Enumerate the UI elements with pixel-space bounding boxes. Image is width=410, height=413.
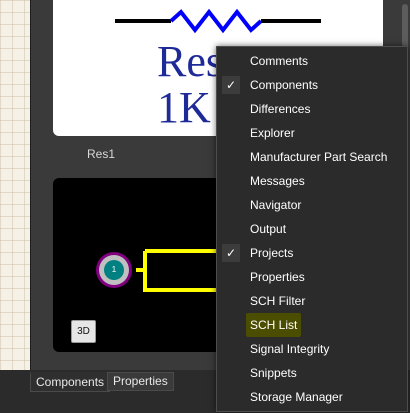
menu-item-components[interactable]: ✓ Components xyxy=(217,73,407,97)
resistor-symbol xyxy=(115,8,321,34)
menu-item-properties[interactable]: Properties xyxy=(217,265,407,289)
pad-number: 1 xyxy=(111,265,117,274)
panels-context-menu: Comments ✓ Components Differences Explor… xyxy=(216,46,408,412)
menu-item-explorer[interactable]: Explorer xyxy=(217,121,407,145)
menu-item-label: Explorer xyxy=(250,126,295,140)
tab-components[interactable]: Components xyxy=(30,372,111,392)
menu-item-messages[interactable]: Messages xyxy=(217,169,407,193)
tab-properties[interactable]: Properties xyxy=(107,372,174,391)
symbol-value-text: 1K xyxy=(157,83,211,132)
menu-item-navigator[interactable]: Navigator xyxy=(217,193,407,217)
menu-item-label: Manufacturer Part Search xyxy=(250,150,388,164)
view-3d-button[interactable]: 3D xyxy=(71,320,96,343)
menu-item-label: Components xyxy=(250,78,319,92)
menu-item-label: Comments xyxy=(250,54,309,68)
check-icon: ✓ xyxy=(222,244,240,262)
menu-item-label: Navigator xyxy=(250,198,302,212)
menu-item-label: Differences xyxy=(250,102,311,116)
menu-item-sch-list[interactable]: SCH List xyxy=(217,313,407,337)
menu-item-label: SCH Filter xyxy=(250,294,306,308)
check-icon: ✓ xyxy=(222,76,240,94)
menu-item-label: Snippets xyxy=(250,366,297,380)
menu-item-storage-manager[interactable]: Storage Manager xyxy=(217,385,407,409)
menu-item-snippets[interactable]: Snippets xyxy=(217,361,407,385)
menu-item-projects[interactable]: ✓ Projects xyxy=(217,241,407,265)
menu-item-differences[interactable]: Differences xyxy=(217,97,407,121)
menu-item-label: Output xyxy=(250,222,287,236)
menu-item-label: Projects xyxy=(250,246,294,260)
menu-item-label: SCH List xyxy=(246,313,302,337)
menu-item-label: Signal Integrity xyxy=(250,342,330,356)
schematic-canvas[interactable] xyxy=(0,0,30,370)
menu-item-label: Messages xyxy=(250,174,305,188)
menu-item-label: Storage Manager xyxy=(250,390,343,404)
component-name: Res1 xyxy=(87,147,116,161)
menu-item-label: Properties xyxy=(250,270,305,284)
menu-item-signal-integrity[interactable]: Signal Integrity xyxy=(217,337,407,361)
menu-item-sch-filter[interactable]: SCH Filter xyxy=(217,289,407,313)
menu-item-comments[interactable]: Comments xyxy=(217,49,407,73)
menu-item-output[interactable]: Output xyxy=(217,217,407,241)
menu-item-manufacturer-part-search[interactable]: Manufacturer Part Search xyxy=(217,145,407,169)
